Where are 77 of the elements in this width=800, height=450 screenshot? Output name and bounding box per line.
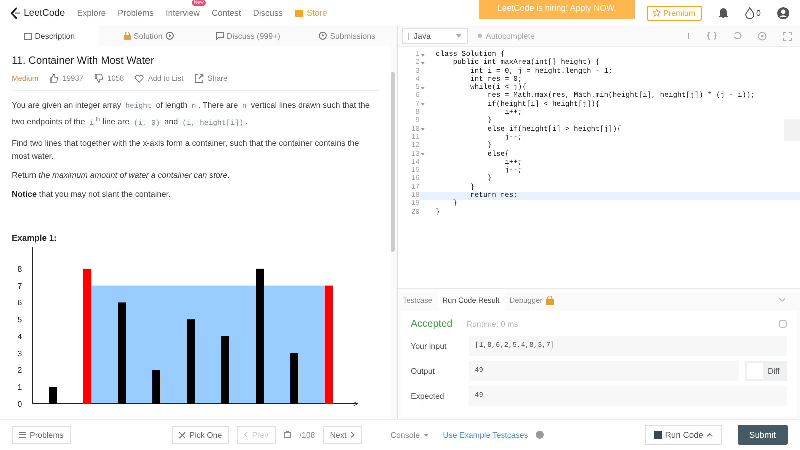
dot-icon — [478, 34, 482, 38]
logo-link[interactable]: LeetCode — [10, 6, 66, 20]
list-icon — [19, 432, 26, 438]
fold-caret-icon[interactable] — [421, 86, 425, 90]
y-tick-label: 7 — [18, 282, 22, 291]
points-count: 0 — [756, 8, 761, 18]
clock-icon — [319, 32, 328, 40]
bar — [49, 386, 57, 404]
nav-link[interactable]: Explore — [77, 8, 106, 18]
tab[interactable]: Description — [0, 26, 100, 46]
y-tick-label: 4 — [18, 332, 22, 342]
description-paragraph: Return the maximum amount of water a container can store. — [12, 170, 231, 182]
fold-caret-icon[interactable] — [421, 153, 425, 156]
lock-icon — [124, 32, 131, 40]
chevron-down-icon[interactable] — [779, 298, 786, 302]
thumbs-up-icon — [50, 74, 59, 83]
fold-caret-icon[interactable] — [421, 62, 425, 65]
nav-link[interactable]: Store — [295, 8, 328, 18]
status-label: Accepted — [411, 318, 453, 330]
scrollbar[interactable] — [391, 72, 395, 252]
caret-icon — [424, 434, 430, 436]
row-label: Expected — [411, 392, 446, 400]
autocomplete-toggle[interactable]: Autocomplete — [478, 32, 535, 40]
run-code-button[interactable]: Run Code — [645, 425, 722, 445]
description-paragraph: Find two lines that together with the x-axis form a container, such that the container contains the most water. — [12, 138, 360, 163]
submit-button[interactable]: Submit — [738, 425, 788, 445]
next-button[interactable]: Next — [323, 426, 362, 444]
diff-toggle[interactable]: Diff — [745, 361, 787, 381]
logo-icon — [10, 6, 21, 20]
fold-caret-icon[interactable] — [421, 103, 425, 106]
description-paragraph: Notice that you may not slant the container. — [12, 188, 172, 201]
square-icon — [654, 431, 662, 439]
use-example-link[interactable]: Use Example Testcases — [443, 430, 528, 440]
y-tick-label: 8 — [18, 264, 22, 274]
thumbs-down-icon — [94, 74, 104, 83]
bar — [222, 336, 230, 404]
y-tick-label: 6 — [18, 298, 22, 308]
problems-button[interactable]: Problems — [12, 426, 71, 444]
heart-icon — [135, 74, 144, 82]
star-icon — [652, 9, 661, 17]
row-label: Your input — [411, 342, 448, 350]
caret-icon — [456, 34, 462, 38]
fullscreen-icon[interactable] — [783, 32, 792, 40]
fold-caret-icon[interactable] — [421, 54, 425, 57]
premium-button[interactable]: Premium — [646, 6, 702, 20]
y-tick-label: 1 — [18, 382, 22, 392]
document-icon — [24, 32, 32, 40]
user-avatar-icon[interactable] — [777, 6, 790, 20]
share-icon — [194, 74, 204, 83]
play-icon — [166, 32, 174, 40]
nav-link[interactable]: Interview — [166, 8, 200, 18]
y-tick-label: 5 — [18, 315, 22, 324]
chat-icon — [216, 32, 224, 40]
chevron-up-icon — [706, 433, 713, 437]
nav-link[interactable]: Problems — [118, 8, 154, 18]
y-tick-label: 2 — [18, 366, 22, 375]
braces-icon[interactable] — [707, 32, 717, 40]
fold-caret-icon[interactable] — [421, 128, 425, 132]
reset-icon[interactable] — [733, 32, 742, 40]
language-select[interactable]: Java — [402, 28, 468, 44]
y-tick-label: 0 — [18, 400, 22, 409]
pick-one-button[interactable]: Pick One — [172, 426, 230, 444]
shop-icon — [295, 8, 304, 18]
chevron-right-icon — [350, 432, 355, 438]
nav-link[interactable]: Contest — [212, 8, 242, 18]
row-label: Output — [411, 366, 436, 376]
y-tick-label: 3 — [18, 349, 22, 358]
nav-link[interactable]: Discuss — [253, 8, 284, 18]
bell-icon[interactable] — [718, 7, 729, 19]
bar — [290, 353, 298, 404]
problem-title: 11. Container With Most Water — [12, 55, 156, 67]
bar — [152, 370, 160, 404]
chevron-left-icon — [244, 432, 248, 438]
runtime-label: Runtime: 0 ms — [466, 320, 518, 328]
problem-counter: /108 — [300, 430, 316, 440]
example-heading: Example 1: — [12, 232, 58, 243]
console-button[interactable]: Console — [384, 430, 436, 440]
